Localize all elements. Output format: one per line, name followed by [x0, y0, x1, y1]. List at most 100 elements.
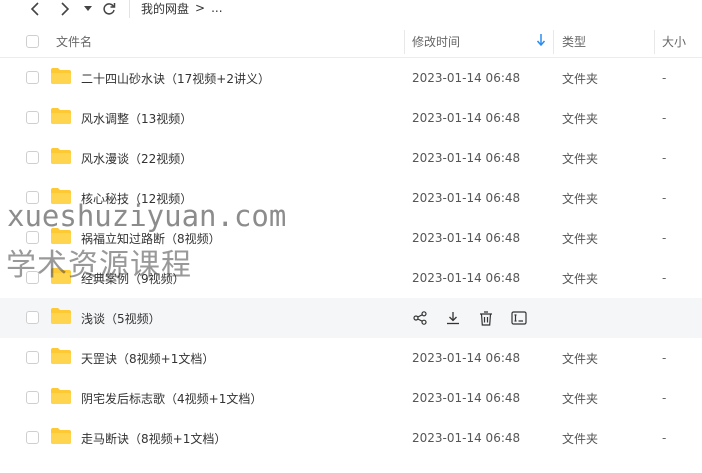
table-row[interactable]: 阴宅发后标志歌（4视频+1文档） 2023-01-14 06:48 文件夹 -: [0, 378, 702, 418]
sort-arrow-down-icon[interactable]: [536, 34, 546, 49]
modified-time: 2023-01-14 06:48: [412, 191, 521, 205]
toolbar: 我的网盘 > ...: [0, 0, 702, 26]
row-checkbox[interactable]: [26, 151, 39, 164]
caret-down-icon: [84, 6, 92, 11]
toolbar-divider: [129, 0, 130, 18]
table-row[interactable]: 浅谈（5视频）: [0, 298, 702, 338]
header-type[interactable]: 类型: [562, 26, 586, 57]
folder-icon: [51, 348, 71, 367]
file-type: 文件夹: [562, 151, 599, 166]
table-row[interactable]: 天罡诀（8视频+1文档） 2023-01-14 06:48 文件夹 -: [0, 338, 702, 378]
file-name[interactable]: 阴宅发后标志歌（4视频+1文档）: [81, 378, 262, 418]
file-name[interactable]: 风水调整（13视频）: [81, 98, 192, 138]
breadcrumb-separator: >: [195, 1, 206, 15]
header-name[interactable]: 文件名: [56, 26, 92, 57]
file-type: 文件夹: [562, 111, 599, 126]
row-actions: [410, 308, 542, 328]
row-checkbox[interactable]: [26, 271, 39, 284]
file-name[interactable]: 核心秘技（12视频）: [81, 178, 192, 218]
file-size: -: [662, 351, 667, 365]
folder-icon: [51, 308, 71, 327]
file-size: -: [662, 191, 667, 205]
modified-time: 2023-01-14 06:48: [412, 351, 521, 365]
table-row[interactable]: 经典案例（9视频） 2023-01-14 06:48 文件夹 -: [0, 258, 702, 298]
modified-time: 2023-01-14 06:48: [412, 431, 521, 445]
share-button[interactable]: [410, 308, 430, 328]
file-list-header: 文件名 修改时间 类型 大小: [0, 26, 702, 58]
column-divider[interactable]: [404, 30, 405, 54]
select-all-checkbox[interactable]: [26, 35, 39, 48]
file-name[interactable]: 天罡诀（8视频+1文档）: [81, 338, 214, 378]
file-type: 文件夹: [562, 71, 599, 86]
modified-time: 2023-01-14 06:48: [412, 151, 521, 165]
download-button[interactable]: [443, 308, 463, 328]
file-name[interactable]: 走马断诀（8视频+1文档）: [81, 418, 226, 458]
file-size: -: [662, 111, 667, 125]
row-checkbox[interactable]: [26, 71, 39, 84]
share-icon: [413, 311, 427, 325]
folder-icon: [51, 148, 71, 167]
breadcrumb: 我的网盘 > ...: [141, 0, 229, 16]
header-modified-time[interactable]: 修改时间: [412, 26, 460, 57]
row-checkbox[interactable]: [26, 391, 39, 404]
folder-icon: [51, 428, 71, 447]
download-icon: [447, 312, 459, 325]
row-checkbox[interactable]: [26, 431, 39, 444]
history-dropdown[interactable]: [82, 0, 94, 18]
folder-icon: [51, 268, 71, 287]
folder-icon: [51, 68, 71, 87]
refresh-icon: [103, 3, 116, 15]
file-type: 文件夹: [562, 391, 599, 406]
file-name[interactable]: 风水漫谈（22视频）: [81, 138, 192, 178]
forward-button[interactable]: [56, 0, 74, 18]
file-size: -: [662, 391, 667, 405]
row-checkbox[interactable]: [26, 111, 39, 124]
trash-icon: [480, 310, 492, 326]
folder-icon: [51, 228, 71, 247]
file-type: 文件夹: [562, 351, 599, 366]
back-button[interactable]: [26, 0, 44, 18]
file-name[interactable]: 浅谈（5视频）: [81, 298, 161, 338]
modified-time: 2023-01-14 06:48: [412, 71, 521, 85]
table-row[interactable]: 风水漫谈（22视频） 2023-01-14 06:48 文件夹 -: [0, 138, 702, 178]
folder-icon: [51, 188, 71, 207]
file-name[interactable]: 经典案例（9视频）: [81, 258, 185, 298]
breadcrumb-root[interactable]: 我的网盘: [141, 0, 189, 17]
rename-button[interactable]: [509, 308, 529, 328]
modified-time: 2023-01-14 06:48: [412, 271, 521, 285]
table-row[interactable]: 核心秘技（12视频） 2023-01-14 06:48 文件夹 -: [0, 178, 702, 218]
file-name[interactable]: 二十四山砂水诀（17视频+2讲义）: [81, 58, 270, 98]
column-divider[interactable]: [553, 30, 554, 54]
modified-time: 2023-01-14 06:48: [412, 231, 521, 245]
modified-time: 2023-01-14 06:48: [412, 111, 521, 125]
column-divider[interactable]: [654, 30, 655, 54]
breadcrumb-more[interactable]: ...: [211, 1, 222, 15]
table-row[interactable]: 风水调整（13视频） 2023-01-14 06:48 文件夹 -: [0, 98, 702, 138]
modified-time: 2023-01-14 06:48: [412, 391, 521, 405]
file-size: -: [662, 151, 667, 165]
chevron-left-icon: [30, 2, 39, 16]
row-checkbox[interactable]: [26, 191, 39, 204]
file-type: 文件夹: [562, 431, 599, 446]
file-type: 文件夹: [562, 271, 599, 286]
file-name[interactable]: 祸福立知过路断（8视频）: [81, 218, 221, 258]
table-row[interactable]: 二十四山砂水诀（17视频+2讲义） 2023-01-14 06:48 文件夹 -: [0, 58, 702, 98]
row-checkbox[interactable]: [26, 351, 39, 364]
rename-icon: [511, 311, 527, 325]
file-size: -: [662, 271, 667, 285]
row-checkbox[interactable]: [26, 311, 39, 324]
delete-button[interactable]: [476, 308, 496, 328]
table-row[interactable]: 走马断诀（8视频+1文档） 2023-01-14 06:48 文件夹 -: [0, 418, 702, 458]
row-checkbox[interactable]: [26, 231, 39, 244]
folder-icon: [51, 388, 71, 407]
file-size: -: [662, 71, 667, 85]
folder-icon: [51, 108, 71, 127]
header-size[interactable]: 大小: [662, 26, 686, 57]
chevron-right-icon: [61, 2, 70, 16]
file-type: 文件夹: [562, 191, 599, 206]
file-type: 文件夹: [562, 231, 599, 246]
refresh-button[interactable]: [100, 0, 118, 18]
file-size: -: [662, 431, 667, 445]
table-row[interactable]: 祸福立知过路断（8视频） 2023-01-14 06:48 文件夹 -: [0, 218, 702, 258]
file-size: -: [662, 231, 667, 245]
